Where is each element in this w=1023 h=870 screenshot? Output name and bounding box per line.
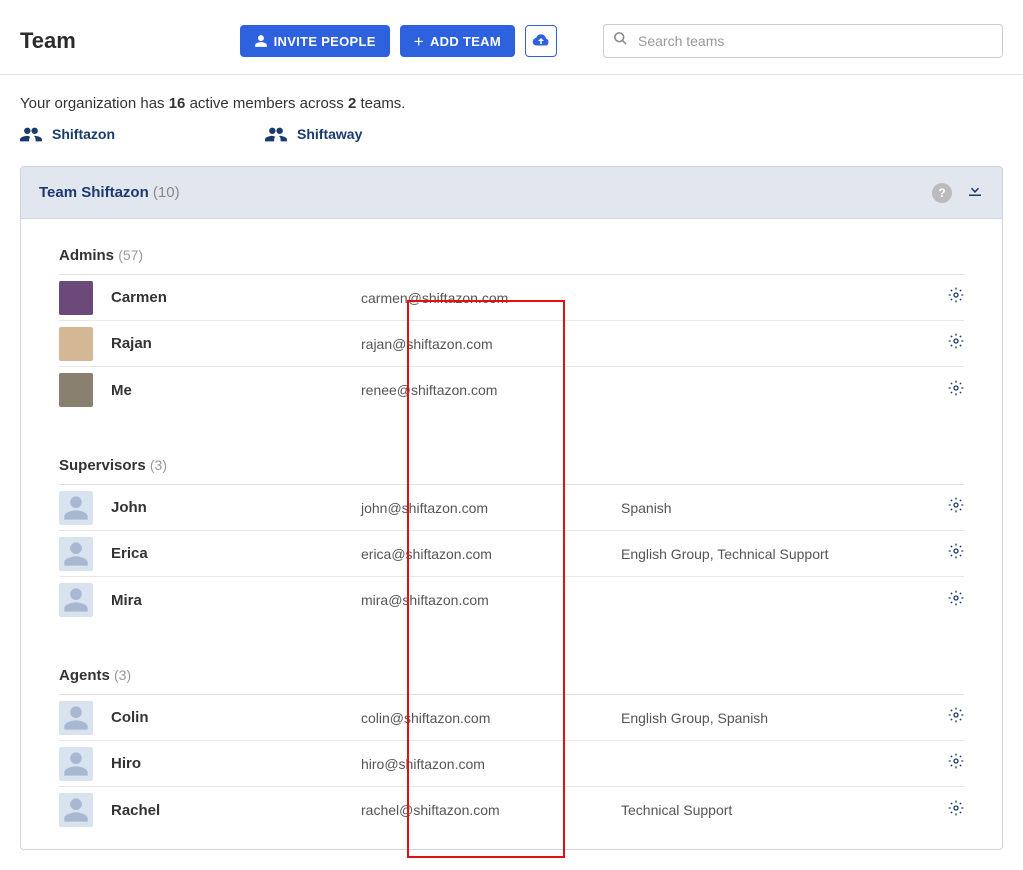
member-tags: Technical Support (621, 802, 948, 818)
org-summary: Your organization has 16 active members … (20, 95, 1003, 112)
plus-icon (414, 33, 424, 50)
people-icon (20, 126, 42, 142)
avatar (59, 793, 93, 827)
cloud-download-icon (532, 32, 550, 50)
team-link-shiftazon[interactable]: Shiftazon (20, 126, 115, 142)
section-admins: Admins (57)Carmencarmen@shiftazon.comRaj… (21, 219, 1002, 429)
avatar (59, 747, 93, 781)
member-email: renee@shiftazon.com (361, 382, 621, 398)
member-email: mira@shiftazon.com (361, 592, 621, 608)
member-name: Rajan (111, 335, 361, 352)
member-name: John (111, 499, 361, 516)
search-icon (613, 31, 628, 51)
member-name: Rachel (111, 802, 361, 819)
avatar (59, 491, 93, 525)
member-name: Hiro (111, 755, 361, 772)
gear-icon[interactable] (948, 497, 964, 518)
member-tags: English Group, Spanish (621, 710, 948, 726)
people-icon (265, 126, 287, 142)
gear-icon[interactable] (948, 287, 964, 308)
member-row[interactable]: Merenee@shiftazon.com (59, 367, 964, 413)
team-panel-header: Team Shiftazon (10) ? (21, 167, 1002, 219)
invite-people-button[interactable]: INVITE PEOPLE (240, 25, 390, 57)
add-team-button[interactable]: ADD TEAM (400, 25, 515, 57)
member-email: hiro@shiftazon.com (361, 756, 621, 772)
team-link-label: Shiftaway (297, 126, 362, 142)
panel-title: Team Shiftazon (39, 184, 149, 201)
member-email: rajan@shiftazon.com (361, 336, 621, 352)
page-title: Team (20, 28, 76, 54)
avatar (59, 537, 93, 571)
cloud-download-button[interactable] (525, 25, 557, 57)
member-email: erica@shiftazon.com (361, 546, 621, 562)
avatar (59, 373, 93, 407)
member-name: Erica (111, 545, 361, 562)
member-row[interactable]: Johnjohn@shiftazon.comSpanish (59, 485, 964, 531)
member-row[interactable]: Carmencarmen@shiftazon.com (59, 275, 964, 321)
team-link-label: Shiftazon (52, 126, 115, 142)
member-email: carmen@shiftazon.com (361, 290, 621, 306)
member-row[interactable]: Rachelrachel@shiftazon.comTechnical Supp… (59, 787, 964, 833)
section-heading: Agents (3) (59, 667, 964, 695)
gear-icon[interactable] (948, 333, 964, 354)
member-row[interactable]: Hirohiro@shiftazon.com (59, 741, 964, 787)
member-name: Mira (111, 592, 361, 609)
member-email: rachel@shiftazon.com (361, 802, 621, 818)
avatar (59, 327, 93, 361)
member-row[interactable]: Miramira@shiftazon.com (59, 577, 964, 623)
gear-icon[interactable] (948, 543, 964, 564)
gear-icon[interactable] (948, 380, 964, 401)
download-icon[interactable] (966, 181, 984, 204)
panel-count: (10) (153, 184, 180, 201)
member-tags: Spanish (621, 500, 948, 516)
team-links: Shiftazon Shiftaway (20, 126, 1003, 142)
section-agents: Agents (3)Colincolin@shiftazon.comEnglis… (21, 639, 1002, 849)
gear-icon[interactable] (948, 753, 964, 774)
gear-icon[interactable] (948, 707, 964, 728)
member-row[interactable]: Colincolin@shiftazon.comEnglish Group, S… (59, 695, 964, 741)
avatar (59, 701, 93, 735)
section-heading: Supervisors (3) (59, 457, 964, 485)
gear-icon[interactable] (948, 800, 964, 821)
add-team-label: ADD TEAM (430, 34, 501, 49)
search-input[interactable] (603, 24, 1003, 58)
member-email: colin@shiftazon.com (361, 710, 621, 726)
invite-people-label: INVITE PEOPLE (274, 34, 376, 49)
member-name: Carmen (111, 289, 361, 306)
team-panel: Team Shiftazon (10) ? Admins (57)Carmenc… (20, 166, 1003, 850)
member-name: Colin (111, 709, 361, 726)
member-row[interactable]: Ericaerica@shiftazon.comEnglish Group, T… (59, 531, 964, 577)
avatar (59, 281, 93, 315)
help-icon[interactable]: ? (932, 183, 952, 203)
member-tags: English Group, Technical Support (621, 546, 948, 562)
avatar (59, 583, 93, 617)
person-icon (254, 34, 268, 48)
member-name: Me (111, 382, 361, 399)
section-heading: Admins (57) (59, 247, 964, 275)
member-email: john@shiftazon.com (361, 500, 621, 516)
gear-icon[interactable] (948, 590, 964, 611)
member-row[interactable]: Rajanrajan@shiftazon.com (59, 321, 964, 367)
section-supervisors: Supervisors (3)Johnjohn@shiftazon.comSpa… (21, 429, 1002, 639)
team-link-shiftaway[interactable]: Shiftaway (265, 126, 362, 142)
